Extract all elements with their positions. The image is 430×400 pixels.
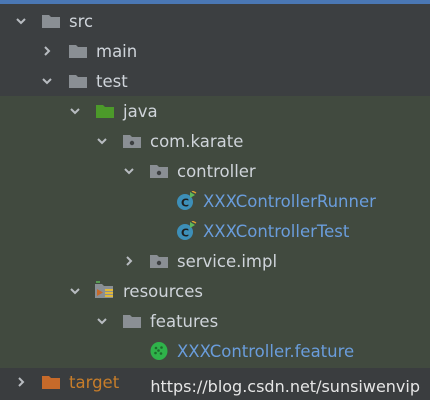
chevron-down-icon[interactable] (122, 164, 136, 178)
chevron-down-icon[interactable] (95, 314, 109, 328)
tree-item-label: test (96, 71, 128, 91)
watermark-text: https://blog.csdn.net/sunsiwenvip (150, 377, 420, 396)
tree-item-label: XXXControllerRunner (203, 191, 376, 211)
chevron-down-icon[interactable] (68, 284, 82, 298)
chevron-right-icon[interactable] (40, 44, 54, 58)
selection-bar (0, 0, 430, 4)
chevron-down-icon[interactable] (95, 134, 109, 148)
chevron-down-icon[interactable] (40, 74, 54, 88)
tree-item-label: src (69, 11, 94, 31)
chevron-down-icon[interactable] (14, 14, 28, 28)
folder-icon (40, 11, 62, 31)
cucumber-feature-icon (148, 341, 170, 361)
tree-row-controller-test[interactable]: C XXXControllerTest (0, 216, 430, 246)
project-tree: src main test java com.karate controller… (0, 0, 430, 400)
excluded-folder-icon (40, 372, 62, 392)
test-class-icon: C (175, 221, 197, 241)
chevron-right-icon[interactable] (122, 254, 136, 268)
tree-row-service-impl[interactable]: service.impl (0, 246, 430, 276)
tree-row-java[interactable]: java (0, 96, 430, 126)
test-resources-folder-icon (94, 281, 116, 301)
test-class-icon: C (175, 191, 197, 211)
package-icon (148, 251, 170, 271)
chevron-right-icon[interactable] (14, 375, 28, 389)
folder-icon (121, 311, 143, 331)
tree-row-controller[interactable]: controller (0, 156, 430, 186)
tree-item-label: java (123, 101, 158, 121)
tree-row-features[interactable]: features (0, 306, 430, 336)
tree-row-resources[interactable]: resources (0, 276, 430, 306)
folder-icon (67, 41, 89, 61)
tree-item-label: XXXController.feature (177, 341, 355, 361)
folder-icon (67, 71, 89, 91)
tree-row-src[interactable]: src (0, 6, 430, 36)
tree-item-label: XXXControllerTest (203, 221, 350, 241)
tree-item-label: service.impl (177, 251, 278, 271)
tree-item-label: controller (177, 161, 256, 181)
tree-row-test[interactable]: test (0, 66, 430, 96)
tree-row-main[interactable]: main (0, 36, 430, 66)
tree-row-controller-runner[interactable]: C XXXControllerRunner (0, 186, 430, 216)
tree-item-label: main (96, 41, 138, 61)
tree-item-label: com.karate (150, 131, 244, 151)
tree-item-label: features (150, 311, 219, 331)
tree-item-label: resources (123, 281, 203, 301)
tree-row-com-karate[interactable]: com.karate (0, 126, 430, 156)
test-source-folder-icon (94, 101, 116, 121)
tree-row-feature-file[interactable]: XXXController.feature (0, 336, 430, 366)
package-icon (121, 131, 143, 151)
tree-item-label: target (69, 372, 120, 392)
package-icon (148, 161, 170, 181)
chevron-down-icon[interactable] (68, 104, 82, 118)
svg-text:C: C (181, 227, 189, 240)
svg-text:C: C (181, 197, 189, 210)
